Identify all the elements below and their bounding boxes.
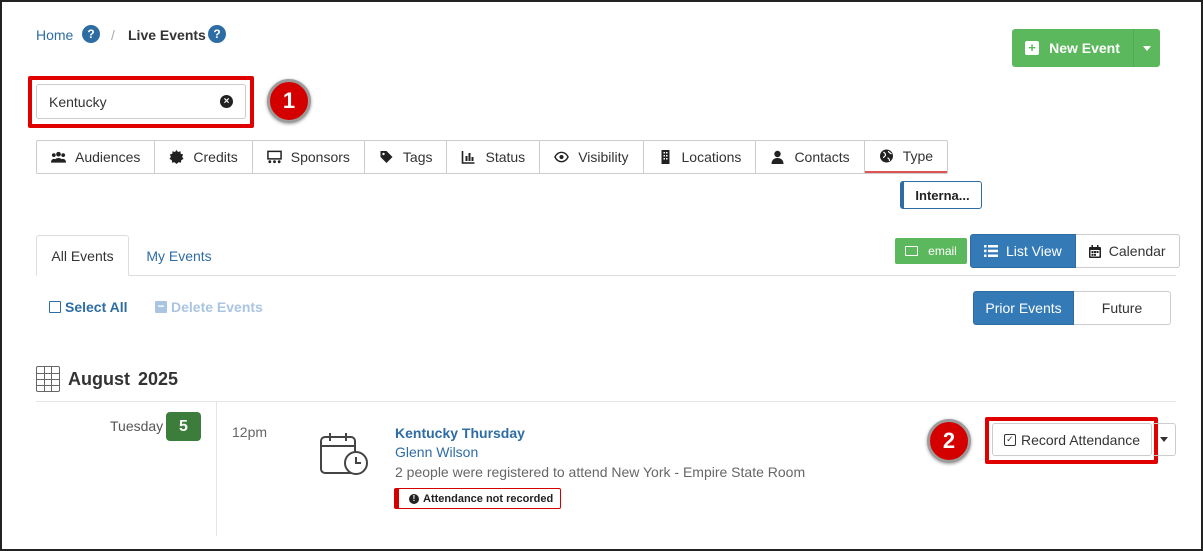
filter-label: Contacts (794, 149, 850, 165)
globe-icon (879, 149, 893, 163)
month-name: August (68, 368, 130, 389)
filter-tags[interactable]: Tags (365, 141, 448, 173)
period-toggle: Prior Events Future (973, 291, 1171, 325)
filter-contacts[interactable]: Contacts (756, 141, 865, 173)
prior-events-button[interactable]: Prior Events (973, 291, 1074, 325)
status-label: Attendance not recorded (423, 492, 554, 505)
breadcrumb-current: Live Events (128, 27, 206, 43)
record-attendance-button[interactable]: ✓ Record Attendance (992, 423, 1152, 456)
filter-label: Visibility (578, 149, 629, 165)
calendar-icon (1088, 244, 1101, 258)
type-filter-chip[interactable]: Interna... (900, 181, 982, 209)
record-attendance-label: Record Attendance (1020, 431, 1141, 448)
filter-label: Sponsors (290, 149, 350, 165)
callout-number: 1 (267, 79, 311, 123)
bar-chart-icon (462, 151, 475, 164)
future-events-button[interactable]: Future (1074, 291, 1171, 325)
tab-my-events[interactable]: My Events (134, 235, 224, 276)
view-toggle: List View Calendar (970, 234, 1180, 268)
delete-events-label: Delete Events (171, 299, 263, 315)
filter-credits[interactable]: Credits (155, 141, 253, 173)
breadcrumb-home-link[interactable]: Home (36, 27, 73, 43)
list-view-button[interactable]: List View (970, 234, 1076, 268)
filter-audiences[interactable]: Audiences (37, 141, 156, 173)
filter-label: Status (485, 149, 526, 165)
eye-icon (554, 151, 570, 163)
filter-label: Locations (681, 149, 742, 165)
event-host-link[interactable]: Glenn Wilson (395, 444, 478, 460)
event-day-of-week: Tuesday (110, 418, 164, 434)
search-input[interactable]: Kentucky × (36, 84, 246, 119)
event-description: 2 people were registered to attend New Y… (395, 464, 806, 480)
filter-label: Credits (193, 149, 238, 165)
status-badge: ! Attendance not recorded (394, 488, 562, 509)
search-input-value: Kentucky (49, 93, 107, 110)
calendar-grid-icon (36, 366, 60, 392)
filter-label: Tags (402, 149, 433, 165)
event-title-link[interactable]: Kentucky Thursday (395, 425, 525, 441)
tab-all-events[interactable]: All Events (36, 235, 129, 276)
clear-search-icon[interactable]: × (220, 95, 233, 108)
filter-type[interactable]: Type (864, 141, 948, 173)
filter-locations[interactable]: Locations (644, 141, 757, 173)
callout-number: 2 (927, 419, 971, 463)
checkbox-icon (49, 301, 61, 313)
plus-square-icon: + (1025, 41, 1040, 55)
filter-bar: Audiences Credits Sponsors Tags Status V… (36, 140, 949, 174)
filter-label: Audiences (75, 149, 141, 165)
help-icon[interactable]: ? (208, 25, 226, 43)
chevron-down-icon (1143, 45, 1151, 51)
chevron-down-icon (1160, 437, 1168, 442)
envelope-icon (905, 246, 919, 256)
divider (216, 402, 217, 536)
sponsors-icon (266, 150, 282, 164)
info-icon: ! (409, 493, 419, 504)
user-icon (771, 150, 784, 164)
email-label: email (928, 244, 957, 258)
list-view-label: List View (1006, 243, 1062, 259)
breadcrumb-separator: / (111, 27, 115, 43)
filter-sponsors[interactable]: Sponsors (253, 141, 365, 173)
calendar-view-button[interactable]: Calendar (1075, 234, 1180, 268)
building-icon (661, 150, 669, 164)
record-attendance-dropdown-toggle[interactable] (1153, 423, 1176, 456)
filter-status[interactable]: Status (447, 141, 541, 173)
calendar-clock-icon (320, 433, 368, 475)
month-heading: August 2025 (36, 366, 178, 392)
new-event-button-group: + New Event (1012, 29, 1160, 67)
email-button[interactable]: email (895, 238, 967, 264)
minus-square-icon: − (155, 300, 167, 313)
calendar-view-label: Calendar (1108, 243, 1166, 259)
certificate-icon (169, 150, 184, 164)
delete-events-link[interactable]: − Delete Events (155, 299, 263, 315)
select-all-link[interactable]: Select All (49, 299, 128, 315)
new-event-button[interactable]: + New Event (1012, 29, 1134, 67)
event-day-badge: 5 (166, 412, 201, 441)
help-icon[interactable]: ? (82, 25, 100, 43)
users-icon (51, 151, 66, 163)
divider (36, 401, 1176, 402)
month-year: 2025 (138, 368, 179, 389)
new-event-dropdown-toggle[interactable] (1134, 29, 1160, 67)
list-icon (984, 245, 998, 257)
new-event-label: New Event (1049, 40, 1120, 56)
filter-label: Type (902, 148, 934, 164)
filter-visibility[interactable]: Visibility (540, 141, 644, 173)
select-all-label: Select All (65, 299, 128, 315)
check-square-icon: ✓ (1003, 433, 1016, 446)
event-time: 12pm (232, 424, 268, 440)
tag-icon (380, 151, 393, 163)
